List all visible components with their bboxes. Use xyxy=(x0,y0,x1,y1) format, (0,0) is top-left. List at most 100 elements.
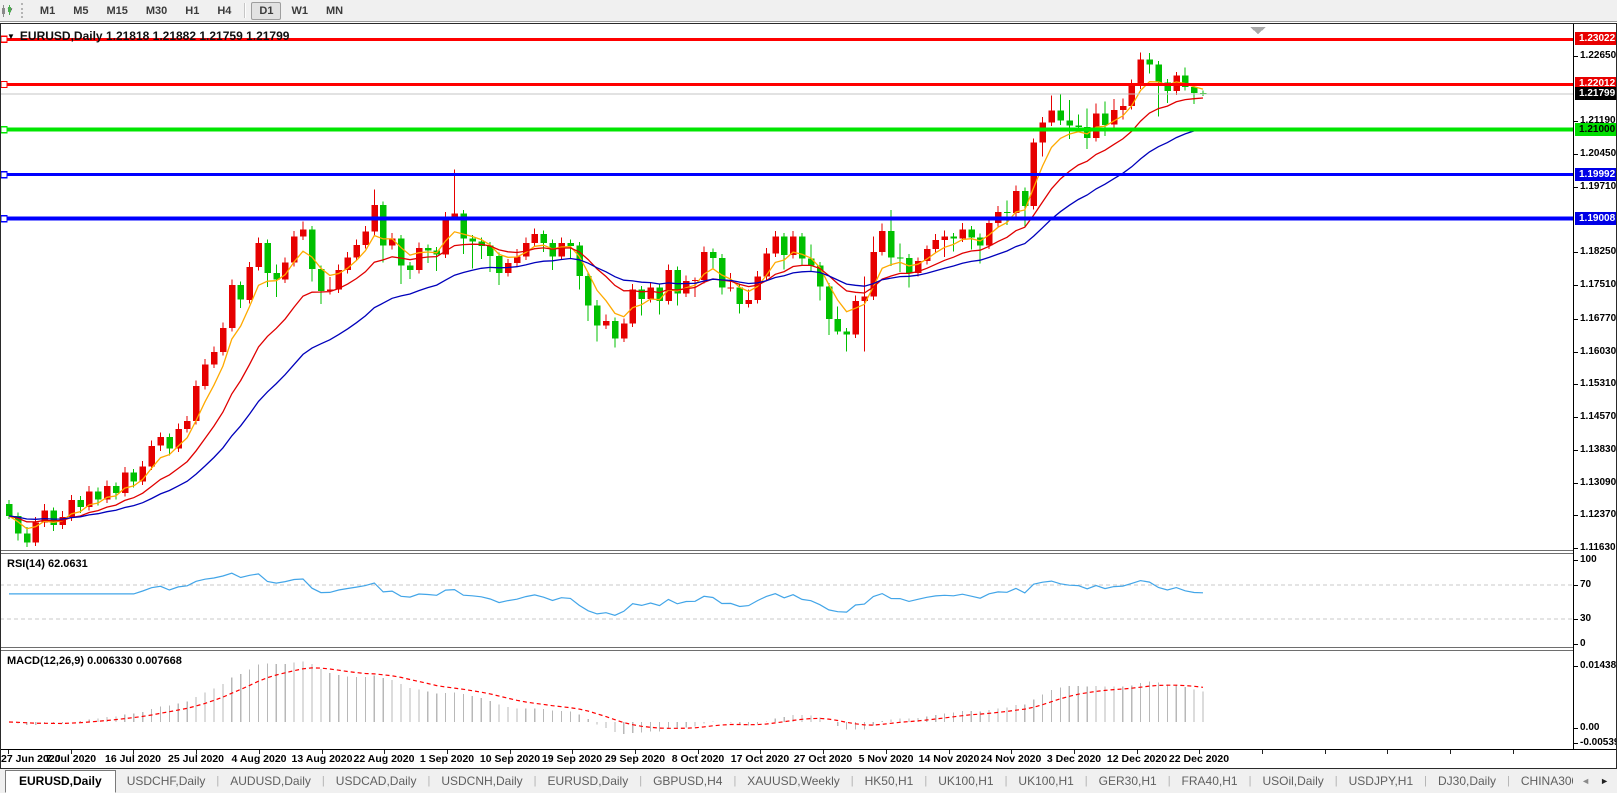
mt4-trading-platform: ▼ M1M5M15M30H1H4 D1W1MN ▼ EURUSD,Daily 1.… xyxy=(0,0,1617,793)
rsi-axis-tick xyxy=(1574,644,1578,645)
timeframe-button-h1[interactable]: H1 xyxy=(177,2,207,20)
price-level-badge: 1.23022 xyxy=(1575,32,1617,45)
time-axis-label: 7 Jul 2020 xyxy=(45,753,97,765)
timeframe-button-m30[interactable]: M30 xyxy=(138,2,175,20)
price-axis-label: 1.15310 xyxy=(1580,378,1617,389)
current-price-badge: 1.21799 xyxy=(1575,87,1617,100)
price-level-badge: 1.21000 xyxy=(1575,123,1617,136)
price-axis-tick xyxy=(1574,187,1578,188)
rsi-pane-canvas[interactable] xyxy=(0,554,1573,647)
time-axis-line xyxy=(0,749,1616,750)
pane-separator[interactable] xyxy=(0,550,1573,551)
tab-instrument[interactable]: HK50,H1 xyxy=(854,774,925,788)
tab-instrument[interactable]: AUDUSD,Daily xyxy=(219,774,322,788)
chart-title: ▼ EURUSD,Daily 1.21818 1.21882 1.21759 1… xyxy=(7,29,289,43)
rsi-axis-label: 30 xyxy=(1580,613,1592,624)
price-axis-label: 1.18250 xyxy=(1580,246,1617,257)
chart-title-text: EURUSD,Daily 1.21818 1.21882 1.21759 1.2… xyxy=(19,29,290,43)
tab-instrument[interactable]: EURUSD,Daily xyxy=(537,774,640,788)
timeframe-button-w1[interactable]: W1 xyxy=(283,2,316,20)
rsi-indicator-label: RSI(14) 62.0631 xyxy=(7,558,88,570)
time-axis-tick xyxy=(1325,750,1326,754)
macd-axis-tick xyxy=(1574,743,1578,744)
price-axis-label: 1.13830 xyxy=(1580,444,1617,455)
time-axis-label: 25 Jul 2020 xyxy=(167,753,225,765)
price-level-badge: 1.19008 xyxy=(1575,212,1617,225)
timeframe-button-m15[interactable]: M15 xyxy=(98,2,135,20)
price-axis[interactable]: 1.22650 1.21190 1.20450 1.19710 1.18250 1.175… xyxy=(1573,23,1617,749)
timeframe-button-d1[interactable]: D1 xyxy=(251,1,282,20)
rsi-axis-label: 0 xyxy=(1580,638,1586,649)
time-axis-label: 22 Dec 2020 xyxy=(1168,753,1230,765)
tab-instrument[interactable]: XAUUSD,Weekly xyxy=(736,774,850,788)
tab-instrument[interactable]: USOil,Daily xyxy=(1251,774,1334,788)
time-axis-tick xyxy=(1450,750,1451,754)
pane-separator[interactable] xyxy=(0,553,1573,554)
tab-instrument[interactable]: USDJPY,H1 xyxy=(1338,774,1424,788)
timeframe-button-h4[interactable]: H4 xyxy=(209,2,239,20)
rsi-axis-label: 70 xyxy=(1580,579,1592,590)
price-axis-label: 1.20450 xyxy=(1580,148,1617,159)
tab-instrument[interactable]: GBPUSD,H4 xyxy=(642,774,733,788)
price-axis-tick xyxy=(1574,56,1578,57)
time-axis-label: 17 Oct 2020 xyxy=(730,753,790,765)
tab-instrument[interactable]: UK100,H1 xyxy=(927,774,1004,788)
timeframe-button-mn[interactable]: MN xyxy=(318,2,351,20)
macd-axis-tick xyxy=(1574,666,1578,667)
macd-indicator-label: MACD(12,26,9) 0.006330 0.007668 xyxy=(7,655,182,667)
rsi-axis-tick xyxy=(1574,560,1578,561)
rsi-axis-tick xyxy=(1574,585,1578,586)
price-axis-tick xyxy=(1574,483,1578,484)
price-axis-tick xyxy=(1574,515,1578,516)
chart-tabs-bar: EURUSD,Daily USDCHF,Daily | AUDUSD,Daily | US… xyxy=(0,768,1617,793)
tab-instrument[interactable]: FRA40,H1 xyxy=(1171,774,1249,788)
price-axis-label: 1.13090 xyxy=(1580,477,1617,488)
time-axis-label: 4 Aug 2020 xyxy=(231,753,287,765)
collapse-triangle-icon[interactable]: ▼ xyxy=(7,32,15,41)
time-axis[interactable]: 27 Jun 2020 7 Jul 2020 16 Jul 2020 25 Jul 2… xyxy=(0,750,1573,767)
price-level-badge: 1.19992 xyxy=(1575,168,1617,181)
tab-instrument[interactable]: DJ30,Daily xyxy=(1427,774,1507,788)
time-axis-label: 10 Sep 2020 xyxy=(479,753,541,765)
timeframe-button-m1[interactable]: M1 xyxy=(32,2,63,20)
pane-separator[interactable] xyxy=(0,647,1573,648)
price-axis-tick xyxy=(1574,450,1578,451)
time-axis-tick xyxy=(1387,750,1388,754)
scroll-tabs-left-icon[interactable]: ◄ xyxy=(1581,776,1590,786)
price-axis-label: 1.14570 xyxy=(1580,411,1617,422)
scroll-tabs-right-icon[interactable]: ► xyxy=(1600,776,1609,786)
timeframe-button-m5[interactable]: M5 xyxy=(65,2,96,20)
tab-instrument[interactable]: USDCHF,Daily xyxy=(116,774,217,788)
main-chart-canvas[interactable] xyxy=(0,23,1573,550)
tab-instrument[interactable]: USDCAD,Daily xyxy=(325,774,428,788)
time-axis-label: 3 Dec 2020 xyxy=(1046,753,1102,765)
tab-instrument[interactable]: USDCNH,Daily xyxy=(430,774,533,788)
tab-instrument[interactable]: UK100,H1 xyxy=(1007,774,1084,788)
macd-axis-label: -0.005394 xyxy=(1580,737,1617,748)
tab-instrument[interactable]: GER30,H1 xyxy=(1088,774,1168,788)
price-axis-label: 1.16030 xyxy=(1580,346,1617,357)
price-axis-tick xyxy=(1574,417,1578,418)
time-axis-label: 14 Nov 2020 xyxy=(918,753,980,765)
rsi-axis-tick xyxy=(1574,619,1578,620)
price-axis-tick xyxy=(1574,121,1578,122)
toolbar-grip[interactable] xyxy=(20,3,25,18)
price-axis-tick xyxy=(1574,319,1578,320)
price-axis-label: 1.17510 xyxy=(1580,279,1617,290)
tab-scroll-arrows: ◄ ► xyxy=(1573,769,1617,793)
time-axis-label: 27 Oct 2020 xyxy=(793,753,853,765)
time-axis-label: 5 Nov 2020 xyxy=(858,753,914,765)
rsi-axis-label: 100 xyxy=(1580,554,1597,565)
macd-axis-label: 0.014384 xyxy=(1580,660,1617,671)
price-axis-label: 1.19710 xyxy=(1580,181,1617,192)
macd-pane-canvas[interactable] xyxy=(0,651,1573,749)
time-axis-label: 13 Aug 2020 xyxy=(291,753,353,765)
time-axis-label: 19 Sep 2020 xyxy=(541,753,603,765)
tab-instrument-active[interactable]: EURUSD,Daily xyxy=(5,769,116,793)
toolbar-separator xyxy=(244,3,247,18)
time-axis-tick xyxy=(1513,750,1514,754)
pane-separator[interactable] xyxy=(0,650,1573,651)
price-axis-tick xyxy=(1574,352,1578,353)
time-axis-label: 22 Aug 2020 xyxy=(353,753,415,765)
timeframes-toolbar: ▼ M1M5M15M30H1H4D1W1MN xyxy=(0,0,1617,22)
